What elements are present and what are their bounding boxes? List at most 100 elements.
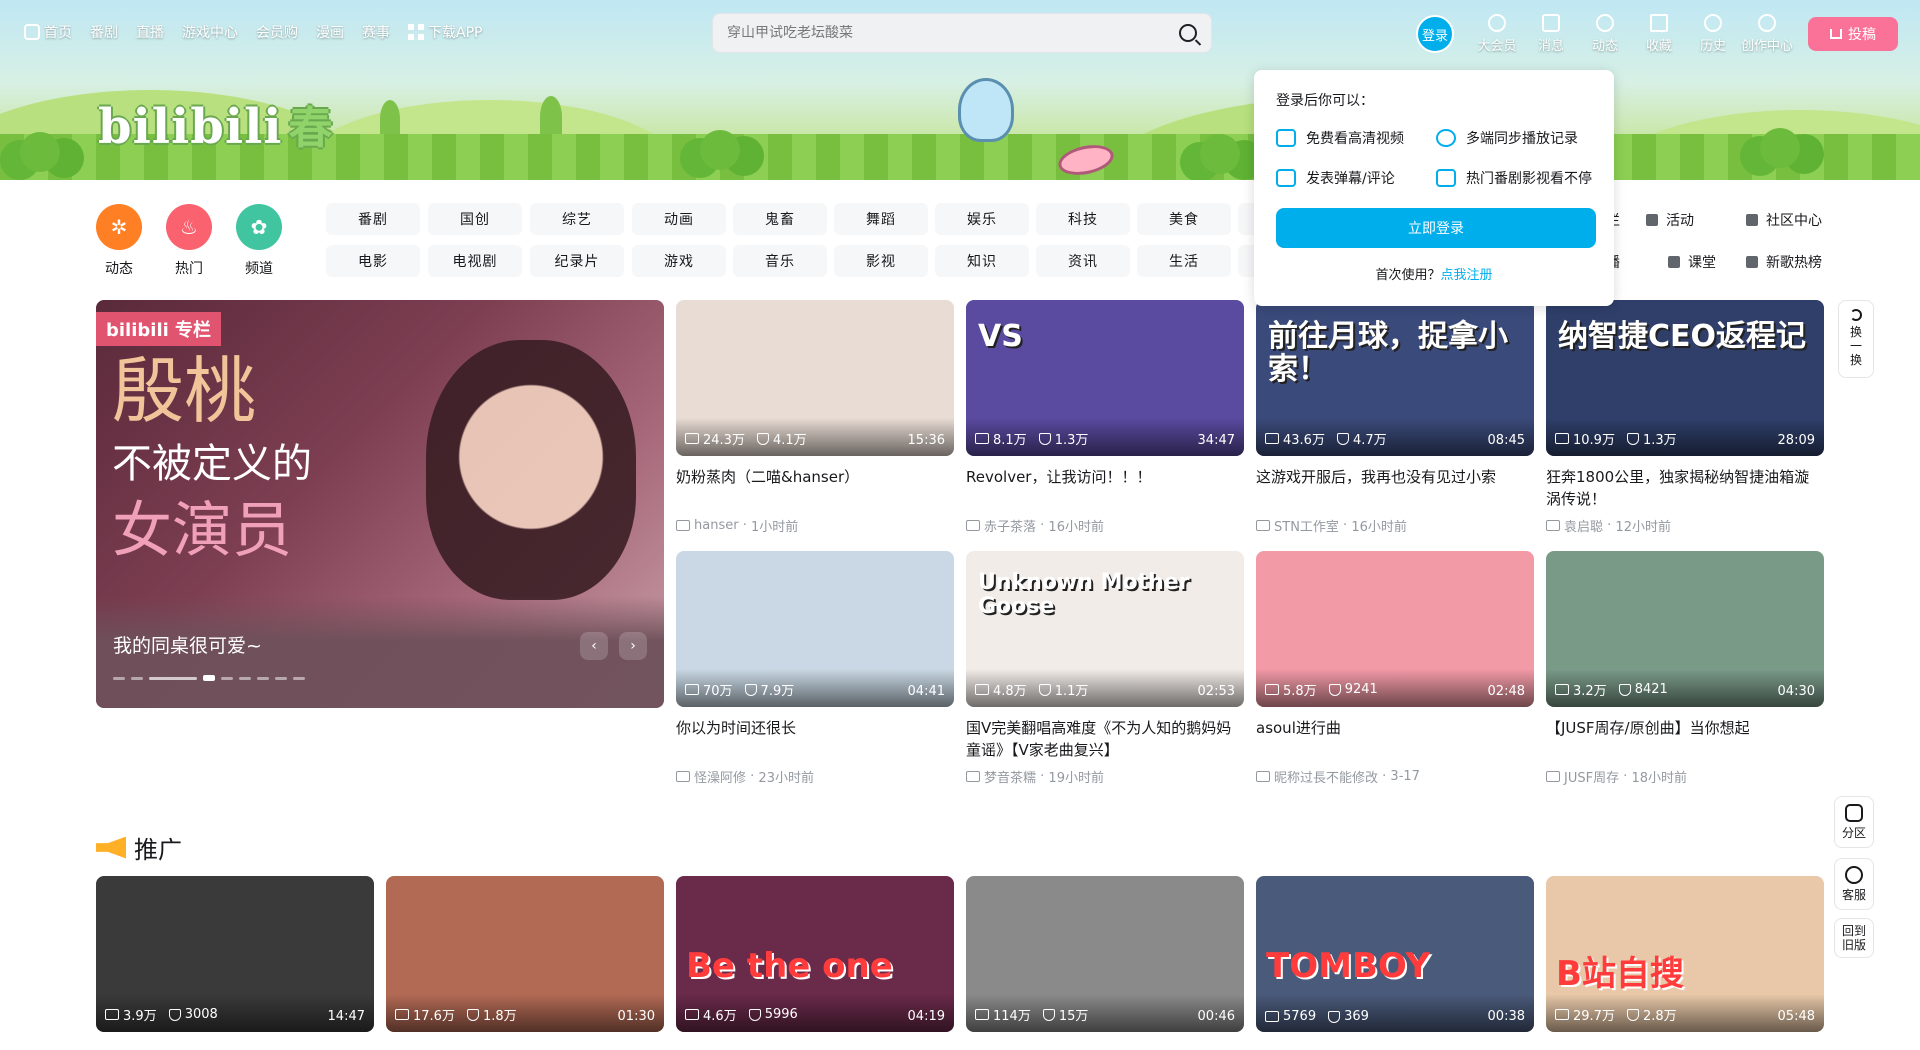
nav-dynamic[interactable]: 动态 — [1578, 14, 1632, 54]
promo-thumbnail[interactable]: 17.6万 1.8万 01:30 — [386, 876, 664, 1032]
channel-item[interactable]: 资讯 — [1036, 245, 1130, 277]
carousel-dot[interactable] — [149, 676, 197, 680]
carousel-dot-active[interactable] — [203, 675, 215, 681]
nav-anime[interactable]: 番剧 — [90, 22, 118, 42]
link-new-songs[interactable]: 新歌热榜 — [1746, 252, 1822, 272]
login-avatar-button[interactable]: 登录 — [1416, 15, 1454, 53]
promo-card[interactable]: 17.6万 1.8万 01:30 — [386, 876, 664, 1032]
video-card[interactable]: Unknown Mother Goose 4.8万 1.1万 02:53 国V完美翻唱高… — [966, 551, 1244, 786]
video-meta[interactable]: JUSF周存 · 18小时前 — [1546, 767, 1824, 786]
video-title[interactable]: Revolver，让我访问！！！ — [966, 466, 1244, 510]
video-card[interactable]: 纳智捷CEO返程记 10.9万 1.3万 28:09 狂奔1800公里，独家揭秘纳智捷油… — [1546, 300, 1824, 535]
carousel-prev-button[interactable]: ‹ — [580, 632, 608, 660]
carousel-dot[interactable] — [113, 676, 125, 680]
nav-favorite[interactable]: 收藏 — [1632, 14, 1686, 54]
nav-history[interactable]: 历史 — [1686, 14, 1740, 54]
video-meta[interactable]: 梦音茶糯 · 19小时前 — [966, 767, 1244, 786]
quick-dynamic[interactable]: ✲ 动态 — [89, 204, 149, 278]
nav-mall[interactable]: 会员购 — [256, 22, 298, 42]
video-title[interactable]: 奶粉蒸肉（二喵&hanser） — [676, 466, 954, 510]
nav-message[interactable]: 消息 — [1524, 14, 1578, 54]
promo-thumbnail[interactable]: 3.9万 3008 14:47 — [96, 876, 374, 1032]
bilibili-logo[interactable]: bilibili 春 — [98, 92, 334, 156]
promo-thumbnail[interactable]: 114万 15万 00:46 — [966, 876, 1244, 1032]
nav-live[interactable]: 直播 — [136, 22, 164, 42]
nav-vip[interactable]: 大会员 — [1470, 14, 1524, 54]
nav-download-app[interactable]: 下载APP — [408, 22, 482, 42]
video-card[interactable]: 3.2万 8421 04:30 【JUSF周存/原创曲】当你想起 JUSF周存 · 18… — [1546, 551, 1824, 786]
side-old-version-button[interactable]: 回到旧版 — [1834, 918, 1874, 958]
channel-item[interactable]: 番剧 — [326, 203, 420, 235]
channel-item[interactable]: 电影 — [326, 245, 420, 277]
video-thumbnail[interactable]: 前往月球，捉拿小索！ 43.6万 4.7万 08:45 — [1256, 300, 1534, 456]
video-thumbnail[interactable]: Unknown Mother Goose 4.8万 1.1万 02:53 — [966, 551, 1244, 707]
video-title[interactable]: 这游戏开服后，我再也没有见过小索 — [1256, 466, 1534, 510]
channel-item[interactable]: 鬼畜 — [733, 203, 827, 235]
carousel-next-button[interactable]: › — [619, 632, 647, 660]
carousel-dot[interactable] — [221, 676, 233, 680]
video-title[interactable]: 国V完美翻唱高难度《不为人知的鹅妈妈童谣》【V家老曲复兴】 — [966, 717, 1244, 761]
video-meta[interactable]: 赤子茶落 · 16小时前 — [966, 516, 1244, 535]
channel-item[interactable]: 科技 — [1036, 203, 1130, 235]
video-title[interactable]: 你以为时间还很长 — [676, 717, 954, 761]
channel-item[interactable]: 生活 — [1137, 245, 1231, 277]
link-classroom[interactable]: 课堂 — [1668, 252, 1716, 272]
promo-card[interactable]: TOMBOY 5769 369 00:38 — [1256, 876, 1534, 1032]
link-community[interactable]: 社区中心 — [1746, 210, 1822, 230]
video-thumbnail[interactable]: 纳智捷CEO返程记 10.9万 1.3万 28:09 — [1546, 300, 1824, 456]
video-meta[interactable]: 怪澡阿修 · 23小时前 — [676, 767, 954, 786]
refresh-button[interactable]: 换 一 换 — [1838, 300, 1874, 378]
carousel-dot[interactable] — [275, 676, 287, 680]
channel-item[interactable]: 游戏 — [632, 245, 726, 277]
channel-item[interactable]: 电视剧 — [428, 245, 522, 277]
channel-item[interactable]: 国创 — [428, 203, 522, 235]
search-icon[interactable] — [1179, 24, 1197, 42]
video-thumbnail[interactable]: 24.3万 4.1万 15:36 — [676, 300, 954, 456]
video-card[interactable]: 70万 7.9万 04:41 你以为时间还很长怪澡阿修 · 23小时前 — [676, 551, 954, 786]
channel-item[interactable]: 综艺 — [530, 203, 624, 235]
quick-channel[interactable]: ✿ 频道 — [229, 204, 289, 278]
promo-thumbnail[interactable]: Be the one 4.6万 5996 04:19 — [676, 876, 954, 1032]
channel-item[interactable]: 纪录片 — [530, 245, 624, 277]
quick-hot[interactable]: ♨ 热门 — [159, 204, 219, 278]
carousel[interactable]: bilibili 专栏 殷桃 不被定义的 女演员 我的同桌很可爱~ ‹ › — [96, 300, 664, 708]
promo-thumbnail[interactable]: B站自搜 29.7万 2.8万 05:48 — [1546, 876, 1824, 1032]
video-card[interactable]: 24.3万 4.1万 15:36 奶粉蒸肉（二喵&hanser） hanser · 1小… — [676, 300, 954, 535]
channel-item[interactable]: 音乐 — [733, 245, 827, 277]
video-title[interactable]: asoul进行曲 — [1256, 717, 1534, 761]
channel-item[interactable]: 影视 — [834, 245, 928, 277]
video-title[interactable]: 【JUSF周存/原创曲】当你想起 — [1546, 717, 1824, 761]
video-card[interactable]: 前往月球，捉拿小索！ 43.6万 4.7万 08:45 这游戏开服后，我再也没有见过小索… — [1256, 300, 1534, 535]
login-now-button[interactable]: 立即登录 — [1276, 208, 1596, 248]
promo-card[interactable]: 3.9万 3008 14:47 — [96, 876, 374, 1032]
video-thumbnail[interactable]: 5.8万 9241 02:48 — [1256, 551, 1534, 707]
carousel-dot[interactable] — [239, 676, 251, 680]
promo-card[interactable]: B站自搜 29.7万 2.8万 05:48 — [1546, 876, 1824, 1032]
video-meta[interactable]: 袁启聪 · 12小时前 — [1546, 516, 1824, 535]
video-thumbnail[interactable]: 3.2万 8421 04:30 — [1546, 551, 1824, 707]
promo-thumbnail[interactable]: TOMBOY 5769 369 00:38 — [1256, 876, 1534, 1032]
channel-item[interactable]: 知识 — [935, 245, 1029, 277]
video-meta[interactable]: STN工作室 · 16小时前 — [1256, 516, 1534, 535]
promo-card[interactable]: Be the one 4.6万 5996 04:19 — [676, 876, 954, 1032]
video-thumbnail[interactable]: 70万 7.9万 04:41 — [676, 551, 954, 707]
channel-item[interactable]: 娱乐 — [935, 203, 1029, 235]
link-activity[interactable]: 活动 — [1646, 210, 1694, 230]
search-input[interactable] — [727, 25, 1179, 41]
nav-manga[interactable]: 漫画 — [316, 22, 344, 42]
channel-item[interactable]: 舞蹈 — [834, 203, 928, 235]
register-link[interactable]: 点我注册 — [1441, 268, 1493, 283]
nav-game-center[interactable]: 游戏中心 — [182, 22, 238, 42]
side-service-button[interactable]: 客服 — [1834, 858, 1874, 910]
promo-card[interactable]: 114万 15万 00:46 — [966, 876, 1244, 1032]
nav-match[interactable]: 赛事 — [362, 22, 390, 42]
video-title[interactable]: 狂奔1800公里，独家揭秘纳智捷油箱漩涡传说！ — [1546, 466, 1824, 510]
video-card[interactable]: VS 8.1万 1.3万 34:47 Revolver，让我访问！！！ 赤子茶落 · 16… — [966, 300, 1244, 535]
carousel-dot[interactable] — [257, 676, 269, 680]
carousel-dot[interactable] — [293, 676, 305, 680]
channel-item[interactable]: 美食 — [1137, 203, 1231, 235]
video-meta[interactable]: hanser · 1小时前 — [676, 516, 954, 535]
video-card[interactable]: 5.8万 9241 02:48 asoul进行曲 昵称过長不能修改 · 3-17 — [1256, 551, 1534, 786]
carousel-title[interactable]: 我的同桌很可爱~ — [113, 631, 262, 658]
video-thumbnail[interactable]: VS 8.1万 1.3万 34:47 — [966, 300, 1244, 456]
